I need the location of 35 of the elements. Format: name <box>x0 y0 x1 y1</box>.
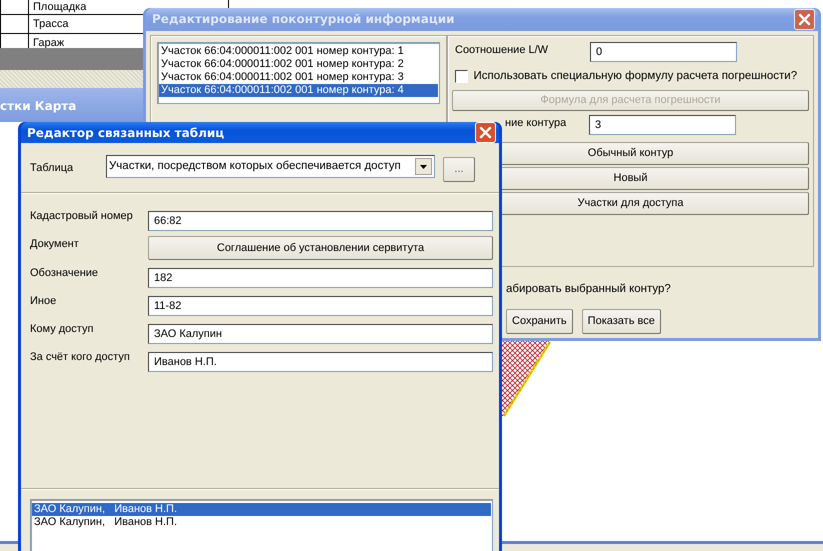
field-label: Кадастровый номер <box>30 209 134 224</box>
footer-button[interactable]: Сохранить <box>506 309 573 334</box>
list-item[interactable]: Участок 66:04:000011:002 001 номер контура: 4 <box>159 84 438 97</box>
field-label: Соотношение L/W <box>455 42 550 58</box>
checkbox-label: Использовать специальную формулу расчета погрешности? <box>474 68 798 84</box>
input-field[interactable]: 66:82 <box>148 211 493 231</box>
table-cell <box>0 14 28 34</box>
list-item[interactable]: Участок 66:04:000011:002 001 номер контура: 2 <box>159 58 438 71</box>
input-field[interactable]: ЗАО Калупин <box>148 324 493 344</box>
input-field[interactable]: Иванов Н.П. <box>148 352 493 372</box>
table-cell <box>0 0 28 14</box>
field-label: Таблица <box>30 161 74 176</box>
dropdown[interactable]: Участки, посредством которых обеспечивается доступ <box>106 155 435 178</box>
footer-button[interactable]: Показать все <box>582 309 661 334</box>
window-title: Редактор связанных таблиц <box>27 124 224 142</box>
field-label: Документ <box>30 237 80 252</box>
field-label: За счёт кого доступ <box>30 350 131 365</box>
field-label: Кому доступ <box>30 322 94 337</box>
window-title: стки Карта <box>0 98 76 115</box>
list-item[interactable]: ЗАО Калупин, Иванов Н.П. <box>32 503 491 516</box>
input-field[interactable]: 182 <box>148 268 493 288</box>
input-field[interactable]: 3 <box>589 115 736 135</box>
document-button[interactable]: Соглашение об установлении сервитута <box>148 236 493 260</box>
list-item[interactable]: Участок 66:04:000011:002 001 номер контура: 3 <box>159 70 438 84</box>
contour-list[interactable]: Участок 66:04:000011:002 001 номер контура: 1 Участок 66:04:000011:002 001 номер контура: 2 Участок 66:04:000011:002 001 номер контура: 3 Участок 66:04:000011:002 001 номер контура: 4 <box>157 42 440 104</box>
field-label: ние контура <box>505 116 568 131</box>
list-item[interactable]: ЗАО Калупин, Иванов Н.П. <box>32 516 491 529</box>
browse-button[interactable]: ... <box>443 157 475 182</box>
field-label: Обозначение <box>30 266 100 281</box>
input-field[interactable]: 0 <box>590 42 737 62</box>
question-text: абировать выбранный контур? <box>506 282 672 297</box>
records-list[interactable]: ЗАО Калупин, Иванов Н.П. ЗАО Калупин, Иванов Н.П. <box>30 499 493 551</box>
input-field[interactable]: 11-82 <box>148 296 493 316</box>
field-label: Иное <box>30 294 58 309</box>
checkbox[interactable] <box>455 70 468 83</box>
